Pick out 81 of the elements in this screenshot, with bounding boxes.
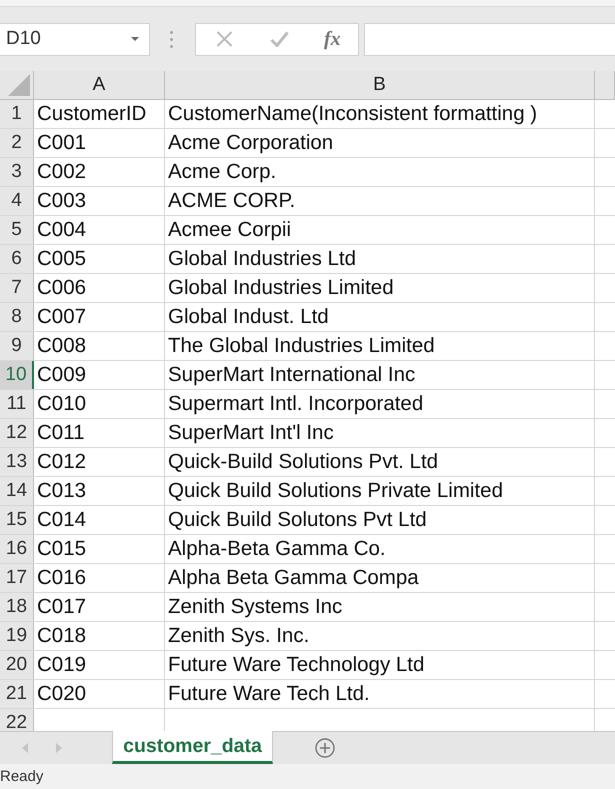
row-header[interactable]: 3 <box>0 158 34 186</box>
table-cell[interactable]: C006 <box>34 274 165 302</box>
table-cell[interactable]: C017 <box>34 593 165 621</box>
table-cell[interactable]: SuperMart International Inc <box>165 361 595 389</box>
row-header[interactable]: 18 <box>0 593 34 621</box>
table-cell[interactable]: C016 <box>34 564 165 592</box>
vertical-dots-icon <box>170 30 173 48</box>
triangle-icon <box>8 74 30 96</box>
insert-function-button[interactable]: fx <box>324 28 341 50</box>
table-cell[interactable]: ACME CORP. <box>165 187 595 215</box>
row-header[interactable]: 22 <box>0 709 34 731</box>
row-header[interactable]: 19 <box>0 622 34 650</box>
table-cell[interactable]: C018 <box>34 622 165 650</box>
row-header[interactable]: 15 <box>0 506 34 534</box>
row-header[interactable]: 11 <box>0 390 34 418</box>
name-box[interactable]: D10 <box>0 22 150 56</box>
table-cell[interactable]: C015 <box>34 535 165 563</box>
row-header[interactable]: 5 <box>0 216 34 244</box>
table-cell[interactable]: Alpha Beta Gamma Compa <box>165 564 595 592</box>
add-sheet-icon[interactable] <box>315 738 335 758</box>
table-cell[interactable]: Future Ware Technology Ltd <box>165 651 595 679</box>
table-cell[interactable]: C011 <box>34 419 165 447</box>
row-header[interactable]: 8 <box>0 303 34 331</box>
row-header[interactable]: 1 <box>0 100 34 128</box>
table-cell[interactable]: SuperMart Int'l Inc <box>165 419 595 447</box>
table-cell[interactable]: C008 <box>34 332 165 360</box>
table-cell[interactable]: CustomerName(Inconsistent formatting ) <box>165 100 595 128</box>
table-cell[interactable]: Quick Build Solutons Pvt Ltd <box>165 506 595 534</box>
table-cell[interactable]: C013 <box>34 477 165 505</box>
table-cell[interactable]: CustomerID <box>34 100 165 128</box>
check-icon[interactable] <box>270 31 289 47</box>
row-header[interactable]: 16 <box>0 535 34 563</box>
column-header[interactable]: A <box>34 71 165 100</box>
row-header[interactable]: 21 <box>0 680 34 708</box>
table-cell[interactable]: C001 <box>34 129 165 157</box>
status-text: Ready <box>0 768 44 785</box>
table-cell[interactable]: Supermart Intl. Incorporated <box>165 390 595 418</box>
dropdown-caret-icon[interactable] <box>131 37 139 41</box>
row-header[interactable]: 13 <box>0 448 34 476</box>
table-cell[interactable]: C004 <box>34 216 165 244</box>
table-cell[interactable]: Future Ware Tech Ltd. <box>165 680 595 708</box>
table-cell[interactable]: Quick Build Solutions Private Limited <box>165 477 595 505</box>
table-cell[interactable]: C019 <box>34 651 165 679</box>
table-cell[interactable]: Acmee Corpii <box>165 216 595 244</box>
row-header[interactable]: 17 <box>0 564 34 592</box>
formula-input-field[interactable] <box>364 22 615 56</box>
table-cell[interactable]: Global Industries Limited <box>165 274 595 302</box>
row-header[interactable]: 2 <box>0 129 34 157</box>
sheet-tab[interactable]: customer_data <box>112 731 273 764</box>
table-cell[interactable]: C012 <box>34 448 165 476</box>
table-cell[interactable]: C005 <box>34 245 165 273</box>
table-cell[interactable]: Alpha-Beta Gamma Co. <box>165 535 595 563</box>
row-header[interactable]: 9 <box>0 332 34 360</box>
select-all-corner[interactable] <box>0 71 34 100</box>
table-cell[interactable]: C007 <box>34 303 165 331</box>
scroll-left-icon[interactable] <box>22 743 28 753</box>
table-cell[interactable]: Quick-Build Solutions Pvt. Ltd <box>165 448 595 476</box>
table-cell[interactable]: C010 <box>34 390 165 418</box>
table-cell[interactable]: C003 <box>34 187 165 215</box>
table-cell[interactable]: C009 <box>34 361 165 389</box>
cross-icon[interactable] <box>216 31 233 47</box>
row-header[interactable]: 20 <box>0 651 34 679</box>
row-header[interactable]: 6 <box>0 245 34 273</box>
table-cell[interactable]: C014 <box>34 506 165 534</box>
table-cell[interactable]: Zenith Sys. Inc. <box>165 622 595 650</box>
table-cell[interactable]: Zenith Systems Inc <box>165 593 595 621</box>
table-cell[interactable]: Global Indust. Ltd <box>165 303 595 331</box>
row-header[interactable]: 10 <box>0 361 34 389</box>
row-header[interactable]: 12 <box>0 419 34 447</box>
scroll-right-icon[interactable] <box>56 743 62 753</box>
column-header[interactable] <box>595 71 615 100</box>
table-cell[interactable]: C002 <box>34 158 165 186</box>
row-header[interactable]: 4 <box>0 187 34 215</box>
column-header[interactable]: B <box>165 71 595 100</box>
table-cell[interactable]: Global Industries Ltd <box>165 245 595 273</box>
table-cell[interactable]: Acme Corporation <box>165 129 595 157</box>
row-header[interactable]: 7 <box>0 274 34 302</box>
table-cell[interactable]: The Global Industries Limited <box>165 332 595 360</box>
table-cell[interactable]: Acme Corp. <box>165 158 595 186</box>
table-cell[interactable]: C020 <box>34 680 165 708</box>
row-header[interactable]: 14 <box>0 477 34 505</box>
